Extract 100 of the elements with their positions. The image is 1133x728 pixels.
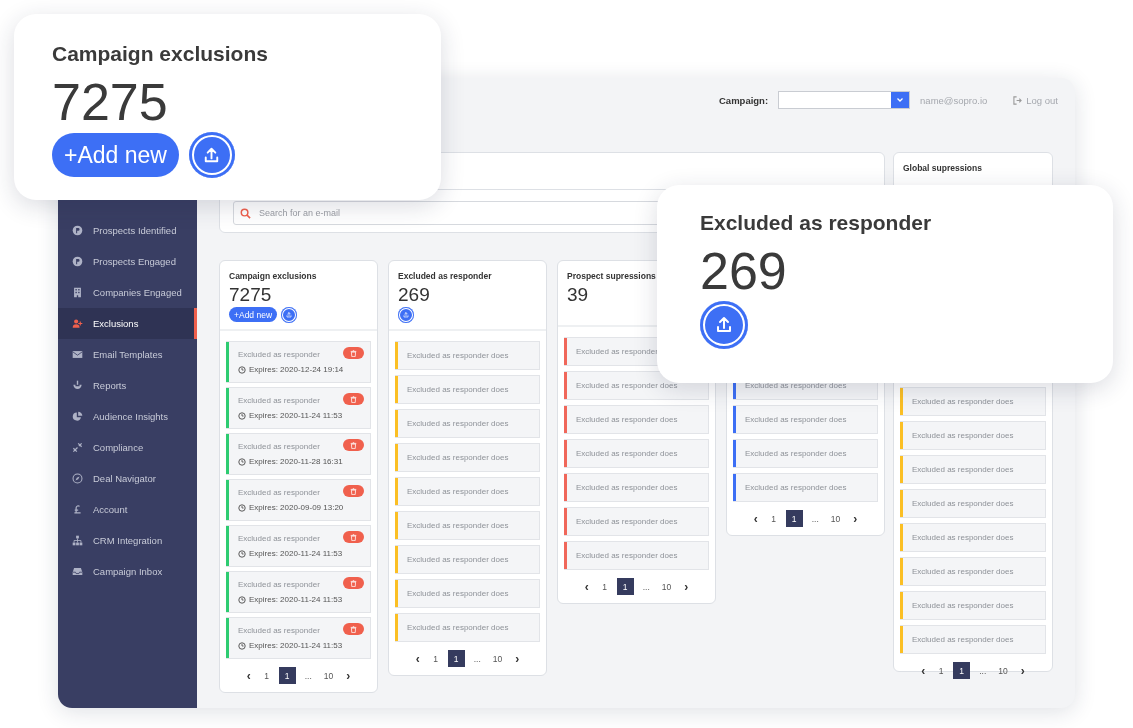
previous-page-button[interactable]: ‹ — [242, 667, 255, 684]
sidebar-item[interactable]: Prospects Engaged — [58, 246, 197, 277]
page-button[interactable]: ... — [301, 667, 315, 684]
sidebar-item[interactable]: Email Templates — [58, 339, 197, 370]
delete-button[interactable] — [343, 347, 364, 359]
list-item[interactable]: Excluded as responder Expires: 2020-11-24 11:53 — [226, 571, 371, 613]
delete-button[interactable] — [343, 623, 364, 635]
page-button[interactable]: 1 — [429, 650, 442, 667]
page-button[interactable]: 10 — [489, 650, 506, 667]
expiry-text: Expires: 2020-11-24 11:53 — [238, 595, 343, 604]
page-button[interactable]: 1 — [616, 578, 634, 595]
sidebar-item[interactable]: Campaign Inbox — [58, 556, 197, 587]
page-button[interactable]: 1 — [447, 650, 465, 667]
page-button[interactable]: 1 — [278, 667, 296, 684]
next-page-button[interactable]: › — [1016, 662, 1029, 679]
clock-icon — [238, 549, 246, 558]
item-title: Excluded as responder does — [576, 381, 678, 390]
page-button[interactable]: 10 — [827, 510, 844, 527]
card-title: Excluded as responder — [700, 211, 933, 235]
next-page-button[interactable]: › — [342, 667, 355, 684]
expiry-text: Expires: 2020-11-28 16:31 — [238, 457, 343, 466]
sidebar-label: Deal Navigator — [93, 473, 156, 484]
sidebar-item[interactable]: Deal Navigator — [58, 463, 197, 494]
sidebar-item[interactable]: Companies Engaged — [58, 277, 197, 308]
delete-button[interactable] — [343, 439, 364, 451]
item-title: Excluded as responder — [238, 534, 320, 543]
sidebar-item[interactable]: Reports — [58, 370, 197, 401]
sidebar-label: Email Templates — [93, 349, 163, 360]
item-title: Excluded as responder does — [912, 601, 1014, 610]
page-button[interactable]: ... — [808, 510, 822, 527]
page-button[interactable]: 10 — [658, 578, 675, 595]
list-item[interactable]: Excluded as responder Expires: 2020-11-28 16:31 — [226, 433, 371, 475]
page-button[interactable]: 1 — [953, 662, 971, 679]
previous-page-button[interactable]: ‹ — [749, 510, 762, 527]
upload-button[interactable] — [188, 132, 235, 178]
sidebar-label: Campaign Inbox — [93, 566, 163, 577]
delete-button[interactable] — [343, 577, 364, 589]
item-title: Excluded as responder does — [407, 385, 509, 394]
previous-page-button[interactable]: ‹ — [917, 662, 930, 679]
item-title: Excluded as responder does — [576, 551, 678, 560]
page-button[interactable]: ... — [976, 662, 990, 679]
card-title: Excluded as responder — [398, 271, 493, 281]
page-button[interactable]: ... — [639, 578, 653, 595]
upload-button[interactable] — [700, 301, 748, 349]
sidebar-item[interactable]: Account — [58, 494, 197, 525]
page-button[interactable]: 1 — [785, 510, 803, 527]
list-item[interactable]: Excluded as responder Expires: 2020-11-24 11:53 — [226, 617, 371, 659]
count-value: 269 — [700, 243, 788, 299]
previous-page-button[interactable]: ‹ — [580, 578, 593, 595]
currency-icon — [72, 504, 83, 515]
delete-button[interactable] — [343, 393, 364, 405]
campaign-label: Campaign: — [719, 94, 769, 106]
page-button[interactable]: 1 — [598, 578, 611, 595]
page-button[interactable]: 10 — [995, 662, 1011, 679]
sidebar-item[interactable]: CRM Integration — [58, 525, 197, 556]
item-title: Excluded as responder — [238, 396, 320, 405]
list-item[interactable]: Excluded as responder Expires: 2020-09-09 13:20 — [226, 479, 371, 521]
sidebar-item[interactable]: Prospects Identified — [58, 215, 197, 246]
page-button[interactable]: 10 — [320, 667, 337, 684]
sitemap-icon — [72, 535, 83, 546]
card-title: Prospect supressions — [567, 271, 657, 281]
sidebar-item[interactable]: Compliance — [58, 432, 197, 463]
sidebar-item[interactable]: Exclusions — [58, 308, 197, 339]
page-button[interactable]: 1 — [935, 662, 948, 679]
page-button[interactable]: 1 — [260, 667, 273, 684]
sidebar-item[interactable]: Audience Insights — [58, 401, 197, 432]
chevron-down-icon — [896, 96, 905, 104]
next-page-button[interactable]: › — [511, 650, 524, 667]
search-icon — [240, 207, 251, 219]
sidebar-label: Prospects Engaged — [93, 256, 176, 267]
sidebar-label: Audience Insights — [93, 411, 168, 422]
item-title: Excluded as responder does — [912, 635, 1014, 644]
campaign-select[interactable] — [778, 91, 911, 109]
next-page-button[interactable]: › — [680, 578, 693, 595]
expiry-text: Expires: 2020-11-24 11:53 — [238, 549, 343, 558]
list-item[interactable]: Excluded as responder Expires: 2020-11-24 11:53 — [226, 387, 371, 429]
item-title: Excluded as responder does — [407, 521, 509, 530]
previous-page-button[interactable]: ‹ — [411, 650, 424, 667]
next-page-button[interactable]: › — [849, 510, 862, 527]
clock-icon — [238, 457, 246, 466]
compass-icon — [72, 473, 83, 484]
item-title: Excluded as responder does — [912, 431, 1014, 440]
count-value: 7275 — [229, 284, 273, 306]
item-title: Excluded as responder — [238, 442, 320, 451]
item-title: Excluded as responder — [238, 626, 320, 635]
delete-button[interactable] — [343, 531, 364, 543]
page-button[interactable]: ... — [470, 650, 484, 667]
item-title: Excluded as responder does — [407, 419, 509, 428]
item-title: Excluded as responder does — [576, 449, 678, 458]
item-title: Excluded as responder does — [407, 453, 509, 462]
list-item[interactable]: Excluded as responder Expires: 2020-12-24 19:14 — [226, 341, 371, 383]
list-item[interactable]: Excluded as responder Expires: 2020-11-24 11:53 — [226, 525, 371, 567]
trash-icon — [350, 395, 357, 403]
add-new-button[interactable]: +Add new — [229, 307, 278, 322]
clock-icon — [238, 641, 246, 650]
page-button[interactable]: 1 — [767, 510, 780, 527]
delete-button[interactable] — [343, 485, 364, 497]
add-new-button[interactable]: +Add new — [52, 133, 179, 177]
card-title: Campaign exclusions — [229, 271, 318, 281]
card-title: Global supressions — [903, 163, 983, 173]
